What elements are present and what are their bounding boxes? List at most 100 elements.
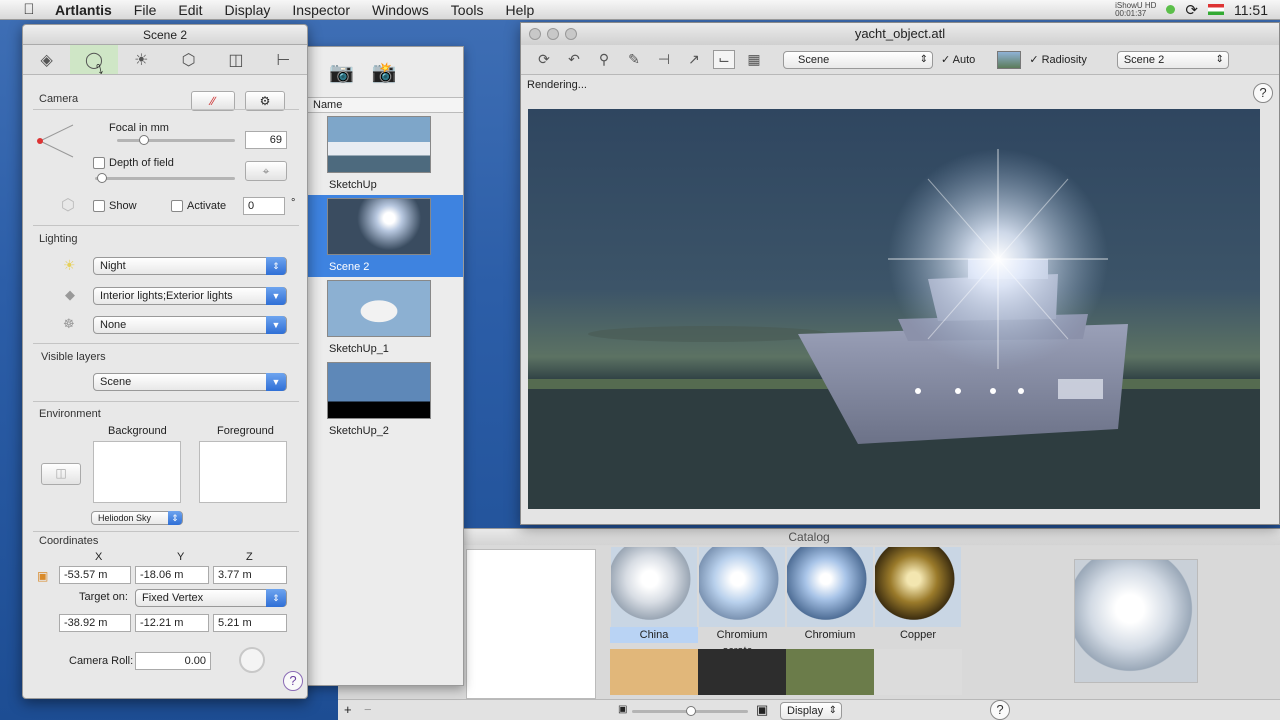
angle-input[interactable]: 0 — [243, 197, 285, 215]
menu-clock[interactable]: 11:51 — [1234, 2, 1268, 18]
tab-cameras[interactable]: ◫ — [212, 45, 259, 74]
menu-help[interactable]: Help — [494, 2, 545, 18]
radiosity-checkbox[interactable]: ✓ Radiosity — [1029, 53, 1087, 66]
render-viewport[interactable] — [528, 109, 1260, 509]
depth-slider[interactable] — [95, 173, 235, 183]
large-thumb-icon[interactable]: ▣ — [756, 702, 768, 718]
material-china[interactable]: China — [610, 547, 698, 643]
focal-slider[interactable] — [117, 135, 235, 145]
close-button[interactable] — [529, 28, 541, 40]
x-input[interactable]: -53.57 m — [59, 566, 131, 584]
menu-tools[interactable]: Tools — [440, 2, 495, 18]
target-y-input[interactable]: -12.21 m — [135, 614, 209, 632]
menu-inspector[interactable]: Inspector — [281, 2, 361, 18]
tab-lights[interactable]: ◯ — [70, 45, 118, 74]
input-flag-icon[interactable] — [1208, 4, 1224, 15]
show-checkbox[interactable] — [93, 200, 105, 212]
apple-menu-icon[interactable]:  — [14, 1, 44, 18]
scene-item-scene-2[interactable]: Scene 2 — [301, 195, 463, 277]
lock-icon[interactable]: ▣ — [37, 569, 48, 583]
material-copper[interactable]: Copper — [874, 547, 962, 643]
sky-popup[interactable]: Heliodon Sky ⇕ — [91, 511, 183, 525]
foreground-well[interactable] — [199, 441, 287, 503]
menu-windows[interactable]: Windows — [361, 2, 440, 18]
pen-icon[interactable]: ✎ — [623, 51, 645, 68]
tab-extra[interactable]: ⊢ — [260, 45, 307, 74]
catalog-tree[interactable] — [466, 549, 596, 699]
small-thumb-icon[interactable]: ▣ — [618, 704, 627, 715]
slider-knob[interactable] — [139, 135, 149, 145]
background-well[interactable] — [93, 441, 181, 503]
palette-icon[interactable]: ▦ — [743, 51, 765, 68]
add-camera-icon[interactable]: 📷 — [329, 60, 354, 85]
material-label: Copper — [899, 629, 937, 641]
material-chromium-scratched[interactable]: Chromium scratc... — [698, 547, 786, 657]
zoom-icon[interactable]: ⚲ — [593, 51, 615, 68]
camera-roll-input[interactable]: 0.00 — [135, 652, 211, 670]
activate-checkbox[interactable] — [171, 200, 183, 212]
render-image — [528, 149, 1260, 509]
layers-popup[interactable]: Scene ▼ — [93, 373, 287, 391]
recording-indicator[interactable]: iShowU HD 00:01:37 — [1115, 1, 1156, 18]
scene-select-popup[interactable]: Scene 2 — [1116, 50, 1229, 69]
scene-thumbnail — [327, 198, 431, 255]
y-input[interactable]: -18.06 m — [135, 566, 209, 584]
remove-camera-icon[interactable]: 📸 — [372, 60, 397, 85]
transform-icon[interactable]: ↗ — [683, 51, 705, 68]
roll-dial[interactable] — [239, 647, 265, 673]
display-popup[interactable]: Display — [780, 702, 842, 720]
scene-item-sketchup[interactable]: SketchUp — [301, 113, 463, 195]
scene-column-header[interactable]: Name — [301, 97, 463, 113]
popup-arrow-icon: ⇕ — [266, 589, 286, 607]
display-label: Display — [787, 705, 824, 717]
menu-bar:  Artlantis File Edit Display Inspector … — [0, 0, 1280, 20]
slider-knob[interactable] — [686, 706, 696, 716]
tab-shaders[interactable]: ◈ — [23, 45, 70, 74]
minimize-button[interactable] — [547, 28, 559, 40]
z-input[interactable]: 3.77 m — [213, 566, 287, 584]
slider-knob[interactable] — [97, 173, 107, 183]
divider — [33, 109, 299, 110]
menu-display[interactable]: Display — [213, 2, 281, 18]
remove-button[interactable]: − — [364, 702, 372, 717]
depth-of-field-checkbox[interactable] — [93, 157, 105, 169]
add-button[interactable]: + — [344, 702, 352, 717]
help-button[interactable]: ? — [1253, 83, 1273, 103]
tab-heliodons[interactable]: ☀ — [118, 45, 165, 74]
target-z-input[interactable]: 5.21 m — [213, 614, 287, 632]
camera-settings-button[interactable]: ⚙ — [245, 91, 285, 111]
auto-checkbox[interactable]: ✓ Auto — [941, 53, 975, 66]
sync-icon[interactable]: ⟳ — [1185, 1, 1198, 19]
thumbnail-size-slider[interactable] — [632, 706, 748, 716]
menu-app[interactable]: Artlantis — [44, 2, 123, 18]
menu-file[interactable]: File — [123, 2, 168, 18]
tab-objects[interactable]: ⬡ — [165, 45, 212, 74]
material-chromium[interactable]: Chromium — [786, 547, 874, 643]
status-dot-icon — [1166, 5, 1176, 14]
window-controls — [529, 28, 577, 40]
focus-target-button[interactable]: ⌖ — [245, 161, 287, 181]
render-status-text: Rendering... — [527, 79, 587, 91]
pointer-icon[interactable]: ⊣ — [653, 51, 675, 68]
scene-layer-popup[interactable]: Scene — [783, 50, 933, 69]
scene-item-sketchup-1[interactable]: SketchUp_1 — [301, 277, 463, 359]
target-popup[interactable]: Fixed Vertex ⇕ — [135, 589, 287, 607]
lights-popup[interactable]: Interior lights;Exterior lights ▼ — [93, 287, 287, 305]
scene-item-sketchup-2[interactable]: SketchUp_2 — [301, 359, 463, 441]
zoom-button[interactable] — [565, 28, 577, 40]
focal-input[interactable]: 69 — [245, 131, 287, 149]
frame-icon[interactable]: ⌙ — [713, 50, 735, 69]
catalog-help-button[interactable]: ? — [990, 700, 1010, 720]
camera-color-button[interactable]: ∕∕ — [191, 91, 235, 111]
sun-popup[interactable]: Night ⇕ — [93, 257, 287, 275]
target-x-input[interactable]: -38.92 m — [59, 614, 131, 632]
inspector-help-button[interactable]: ? — [283, 671, 303, 691]
menu-edit[interactable]: Edit — [167, 2, 213, 18]
preview-image-icon[interactable] — [997, 50, 1022, 69]
heliodon-popup[interactable]: None ▼ — [93, 316, 287, 334]
recording-time: 00:01:37 — [1115, 8, 1147, 18]
orbit-icon[interactable]: ⟳ — [533, 51, 555, 68]
panel-icon: ⊢ — [276, 51, 291, 69]
undo-icon[interactable]: ↶ — [563, 51, 585, 68]
environment-toggle[interactable]: ◫ — [41, 463, 81, 485]
